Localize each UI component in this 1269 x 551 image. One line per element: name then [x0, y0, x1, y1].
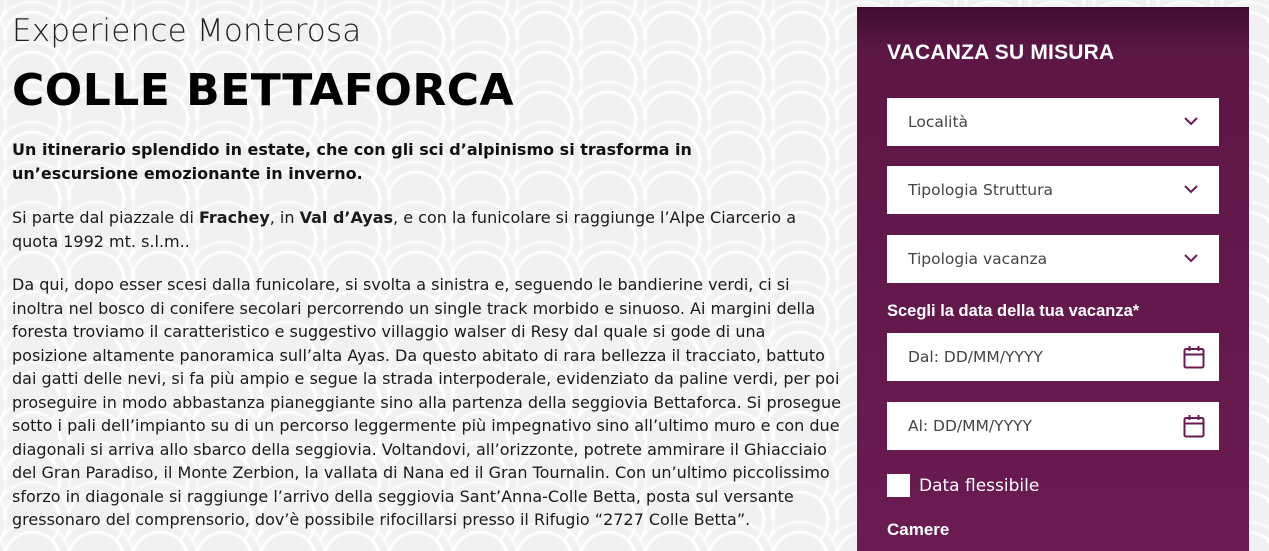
date-from-input[interactable]: Dal: DD/MM/YYYY: [887, 333, 1219, 381]
place-val-dayas: Val d’Ayas: [299, 208, 394, 227]
panel-title: VACANZA SU MISURA: [887, 41, 1115, 64]
date-to-input[interactable]: Al: DD/MM/YYYY: [887, 402, 1219, 450]
article-paragraph-2: Da qui, dopo esser scesi dalla funicolar…: [12, 275, 841, 529]
p1-text-1: Si parte dal piazzale di: [12, 208, 199, 227]
flexible-date-checkbox[interactable]: [887, 474, 910, 497]
holiday-search-panel: VACANZA SU MISURA Località Tipologia Str…: [857, 7, 1249, 551]
localita-select-value: Località: [908, 113, 969, 131]
tipologia-struttura-value: Tipologia Struttura: [908, 181, 1053, 199]
article: Experience Monterosa COLLE BETTAFORCA Un…: [12, 10, 842, 532]
calendar-icon[interactable]: [1183, 414, 1205, 438]
p1-text-2: , in: [269, 208, 300, 227]
flexible-date-row: Data flessibile: [887, 474, 1219, 497]
date-from-placeholder: Dal: DD/MM/YYYY: [908, 348, 1043, 366]
article-paragraph-1: Si parte dal piazzale di Frachey, in Val…: [12, 206, 842, 253]
localita-select[interactable]: Località: [887, 98, 1219, 146]
article-lead: Un itinerario splendido in estate, che c…: [12, 140, 692, 183]
tipologia-vacanza-select[interactable]: Tipologia vacanza: [887, 235, 1219, 283]
place-frachey: Frachey: [199, 208, 270, 227]
article-eyebrow: Experience Monterosa: [12, 13, 362, 49]
tipologia-vacanza-value: Tipologia vacanza: [908, 250, 1048, 268]
date-label: Scegli la data della tua vacanza*: [887, 302, 1140, 320]
page-title: COLLE BETTAFORCA: [12, 65, 515, 116]
chevron-down-icon: [1184, 254, 1198, 263]
rooms-label: Camere: [887, 520, 950, 539]
calendar-icon[interactable]: [1183, 345, 1205, 369]
tipologia-struttura-select[interactable]: Tipologia Struttura: [887, 166, 1219, 214]
date-to-placeholder: Al: DD/MM/YYYY: [908, 417, 1032, 435]
chevron-down-icon: [1184, 117, 1198, 126]
chevron-down-icon: [1184, 185, 1198, 194]
flexible-date-label[interactable]: Data flessibile: [919, 476, 1039, 496]
